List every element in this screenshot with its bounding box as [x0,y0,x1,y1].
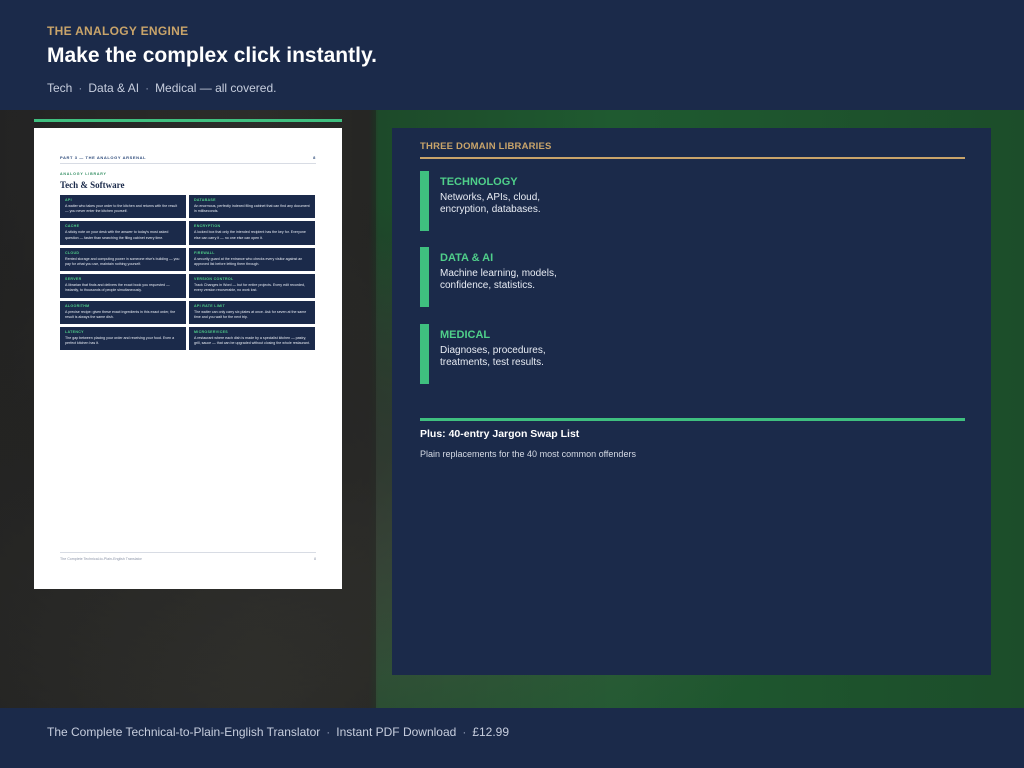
document-preview: PART 3 — THE ANALOGY ARSENAL 8 ANALOGY L… [34,128,342,589]
separator: · [78,81,83,95]
analogy-card: DATABASE An enormous, perfectly indexed f… [189,195,315,219]
card-analogy: A waiter who takes your order to the kit… [65,204,178,214]
card-term: API RATE LIMIT [194,303,226,308]
separator: · [326,725,331,739]
card-term: CACHE [65,224,80,229]
domain-accent-bar [420,324,429,384]
card-term: CLOUD [65,250,80,255]
footer-product-line: The Complete Technical-to-Plain-English … [47,725,509,739]
card-analogy: A sticky note on your desk with the answ… [65,230,169,240]
document-kicker: ANALOGY LIBRARY [60,172,107,176]
document-footer-page: 8 [314,557,316,561]
header-band: THE ANALOGY ENGINE Make the complex clic… [0,0,1024,110]
footer-band: The Complete Technical-to-Plain-English … [0,708,1024,768]
analogy-card-grid: API A waiter who takes your order to the … [60,195,315,351]
card-analogy: Rented storage and computing power in so… [65,256,180,267]
analogy-card: CLOUD Rented storage and computing power … [60,247,186,272]
eyebrow: THE ANALOGY ENGINE [47,24,189,38]
card-analogy: The gap between placing your order and r… [65,336,175,346]
topic-line: Tech · Data & AI · Medical — all covered. [47,81,276,95]
document-accent-rule [34,119,342,122]
domain-name: MEDICAL [440,329,491,341]
card-term: API [65,198,72,202]
domain-name: DATA & AI [440,252,494,264]
card-term: ENCRYPTION [194,224,221,229]
analogy-card: SERVER A librarian that finds and deliver… [60,274,186,298]
analogy-card: ALGORITHM A precise recipe: given these e… [60,300,186,325]
document-footer: The Complete Technical-to-Plain-English … [60,552,316,561]
card-analogy: An enormous, perfectly indexed filing ca… [194,204,310,214]
card-term: FIREWALL [194,250,215,255]
headline: Make the complex click instantly. [47,44,377,67]
card-term: MICROSERVICES [194,330,228,335]
domain-accent-bar [420,171,429,231]
analogy-card: API A waiter who takes your order to the … [60,195,186,219]
separator: · [462,725,467,739]
swap-list-rule [420,418,965,421]
analogy-card: FIREWALL A security guard at the entrance… [189,247,315,272]
domain-name: TECHNOLOGY [440,176,518,188]
analogy-card: API RATE LIMIT The waiter can only carry … [189,300,315,325]
card-analogy: A librarian that finds and delivers the … [65,283,170,293]
topic-data-ai: Data & AI [88,81,140,95]
swap-list-description: Plain replacements for the 40 most commo… [420,449,636,459]
card-term: SERVER [65,277,82,282]
card-analogy: A locked box that only the intended reci… [194,230,306,240]
card-analogy: A security guard at the entrance who che… [194,256,303,267]
domain-description: Networks, APIs, cloud, encryption, datab… [440,192,541,215]
domain-description: Machine learning, models, confidence, st… [440,268,557,291]
separator: · [145,81,150,95]
running-head-page: 8 [313,155,316,160]
document-title: Tech & Software [60,180,125,190]
document-footer-title: The Complete Technical-to-Plain-English … [60,557,142,561]
analogy-card: MICROSERVICES A restaurant where each dis… [189,327,315,351]
footer-format: Instant PDF Download [336,725,457,739]
topic-tech: Tech [47,81,73,95]
document-running-head: PART 3 — THE ANALOGY ARSENAL 8 [60,155,316,164]
running-head-text: PART 3 — THE ANALOGY ARSENAL [60,155,147,160]
domain-libraries-panel: THREE DOMAIN LIBRARIES TECHNOLOGY Networ… [392,128,991,675]
card-term: VERSION CONTROL [194,277,234,282]
card-analogy: Track Changes in Word — but for entire p… [194,283,306,293]
domain-accent-bar [420,247,429,307]
domain-description: Diagnoses, procedures, treatments, test … [440,345,546,368]
footer-product-title: The Complete Technical-to-Plain-English … [47,725,321,739]
card-term: DATABASE [194,198,216,202]
analogy-card: LATENCY The gap between placing your orde… [60,327,186,351]
card-term: LATENCY [65,330,84,335]
card-term: ALGORITHM [65,303,90,308]
swap-list-title: Plus: 40-entry Jargon Swap List [420,428,580,440]
analogy-card: VERSION CONTROL Track Changes in Word — b… [189,274,315,298]
card-analogy: A restaurant where each dish is made by … [194,336,310,346]
topic-medical: Medical — all covered. [155,81,277,95]
analogy-card: ENCRYPTION A locked box that only the int… [189,221,315,245]
panel-label: THREE DOMAIN LIBRARIES [420,141,552,152]
card-analogy: A precise recipe: given these exact ingr… [65,309,176,319]
analogy-card: CACHE A sticky note on your desk with the… [60,221,186,245]
card-analogy: The waiter can only carry six plates at … [194,309,307,319]
footer-price: £12.99 [472,725,510,739]
panel-gold-rule [420,157,965,159]
